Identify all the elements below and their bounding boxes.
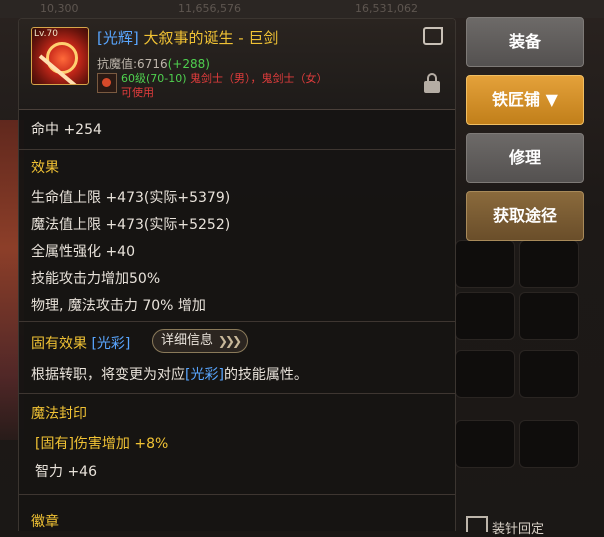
greatsword-icon — [46, 42, 78, 74]
inventory-grid — [455, 240, 604, 530]
inherent-tag: [光彩] — [91, 336, 131, 352]
item-name: 大叙事的诞生 - 巨剑 — [138, 29, 279, 47]
stat-line: 技能攻击力增加50% — [31, 271, 161, 287]
class-icon — [97, 73, 117, 93]
divider — [19, 321, 455, 322]
rarity-tag: [光辉] — [97, 29, 139, 47]
inventory-slot[interactable] — [519, 420, 579, 468]
inventory-slot[interactable] — [455, 420, 515, 468]
effect-heading: 效果 — [31, 160, 59, 176]
level-requirement: 60级(70-10) — [121, 72, 187, 85]
item-level-badge: Lv.70 — [34, 29, 58, 39]
class-requirement: 鬼剑士（男），鬼剑士（女） — [186, 72, 328, 85]
hit-stat: 命中 +254 — [31, 122, 102, 138]
share-icon[interactable] — [423, 27, 443, 45]
stat-line: 物理, 魔法攻击力 70% 增加 — [31, 298, 206, 314]
resist-bonus: (+288) — [167, 57, 210, 71]
usable-text: 可使用 — [121, 86, 154, 99]
inventory-slot[interactable] — [519, 292, 579, 340]
inventory-slot[interactable] — [455, 292, 515, 340]
magic-seal-heading: 魔法封印 — [31, 406, 87, 422]
inventory-slot[interactable] — [519, 350, 579, 398]
resist-value: 抗魔值:6716 — [97, 57, 168, 71]
requirements: 60级(70-10) 鬼剑士（男），鬼剑士（女） 可使用 — [121, 72, 328, 100]
emblem-heading: 徽章 — [31, 514, 59, 530]
detail-info-button[interactable]: 详细信息 ❯❯❯ — [152, 329, 248, 353]
detail-info-label: 详细信息 — [161, 333, 214, 348]
chevron-right-icon: ❯❯❯ — [217, 334, 242, 348]
inventory-slot[interactable] — [519, 240, 579, 288]
inherent-effect-label: 固有效果 [光彩] — [31, 333, 130, 353]
desc-tag: [光彩] — [185, 367, 224, 383]
inventory-slot[interactable] — [455, 350, 515, 398]
equip-button[interactable]: 装备 — [466, 17, 584, 67]
acquire-source-button[interactable]: 获取途径 — [466, 191, 584, 241]
seal-line: [固有]伤害增加 +8% — [35, 436, 169, 452]
inherent-description: 根据转职，将变更为对应[光彩]的技能属性。 — [31, 364, 308, 384]
divider — [19, 149, 455, 150]
item-tooltip: Lv.70 [光辉] 大叙事的诞生 - 巨剑 抗魔值:6716(+288) 60… — [18, 18, 456, 531]
repair-button[interactable]: 修理 — [466, 133, 584, 183]
checkbox-label: 装针回定 — [492, 522, 545, 537]
currency-bar: 10,300 11,656,576 16,531,062 — [0, 0, 604, 18]
divider — [19, 393, 455, 394]
stat-line: 生命值上限 +473(实际+5379) — [31, 190, 231, 206]
magic-resist: 抗魔值:6716(+288) — [97, 55, 210, 72]
desc-suffix: 的技能属性。 — [223, 367, 308, 383]
currency-value-1: 10,300 — [40, 2, 79, 15]
inherent-label: 固有效果 — [31, 336, 92, 352]
stat-line: 全属性强化 +40 — [31, 244, 135, 260]
currency-value-2: 11,656,576 — [178, 2, 241, 15]
item-title: [光辉] 大叙事的诞生 - 巨剑 — [97, 27, 278, 48]
blacksmith-button[interactable]: 铁匠铺 ▼ — [466, 75, 584, 125]
seal-line: 智力 +46 — [35, 464, 97, 480]
currency-value-3: 16,531,062 — [355, 2, 418, 15]
desc-prefix: 根据转职，将变更为对应 — [31, 367, 185, 383]
divider — [19, 494, 455, 495]
tooltip-header: Lv.70 [光辉] 大叙事的诞生 - 巨剑 抗魔值:6716(+288) 60… — [19, 19, 455, 110]
item-icon: Lv.70 — [31, 27, 89, 85]
lock-icon[interactable] — [424, 73, 440, 93]
stat-line: 魔法值上限 +473(实际+5252) — [31, 217, 231, 233]
inventory-slot[interactable] — [455, 240, 515, 288]
